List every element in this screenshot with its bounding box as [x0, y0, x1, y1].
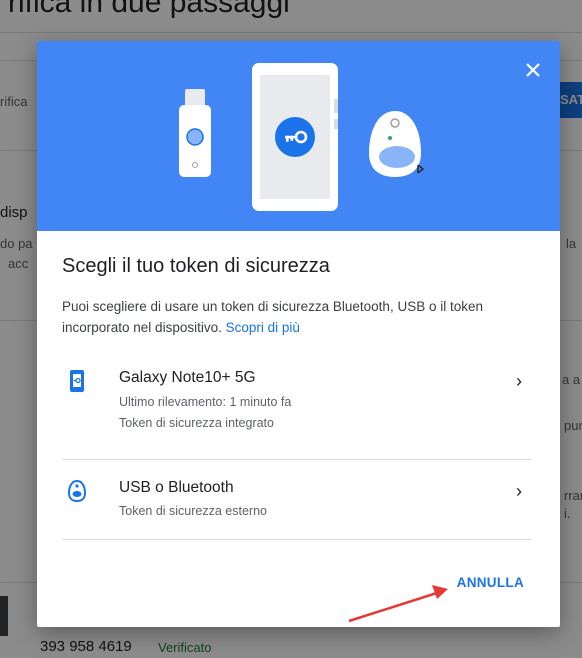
dialog-heading: Scegli il tuo token di sicurezza [62, 255, 330, 277]
bluetooth-key-icon [369, 111, 425, 177]
option-divider [62, 459, 532, 460]
dialog-illustration [37, 41, 560, 231]
close-icon [526, 63, 540, 77]
option-galaxy-note[interactable]: Galaxy Note10+ 5G Ultimo rilevamento: 1 … [62, 363, 532, 459]
dialog-description: Puoi scegliere di usare un token di sicu… [62, 296, 532, 338]
security-key-dialog: Scegli il tuo token di sicurezza Puoi sc… [37, 41, 560, 627]
chevron-right-icon: › [516, 481, 522, 501]
bluetooth-key-icon [67, 479, 87, 508]
option-divider [62, 539, 532, 540]
learn-more-link[interactable]: Scopri di più [226, 320, 300, 335]
option-subtitle: Token di sicurezza integrato [119, 416, 274, 430]
cancel-button[interactable]: ANNULLA [457, 575, 524, 590]
chevron-right-icon: › [516, 371, 522, 391]
usb-key-icon [179, 89, 211, 177]
option-usb-bluetooth[interactable]: USB o Bluetooth Token di sicurezza ester… [62, 461, 532, 539]
option-title: USB o Bluetooth [119, 479, 234, 496]
phone-icon [252, 63, 338, 211]
close-button[interactable] [520, 57, 546, 83]
option-title: Galaxy Note10+ 5G [119, 369, 256, 386]
option-subtitle: Token di sicurezza esterno [119, 504, 267, 518]
option-subtitle: Ultimo rilevamento: 1 minuto fa [119, 395, 292, 409]
phone-key-icon [67, 369, 87, 398]
security-keys-illustration [179, 63, 425, 211]
